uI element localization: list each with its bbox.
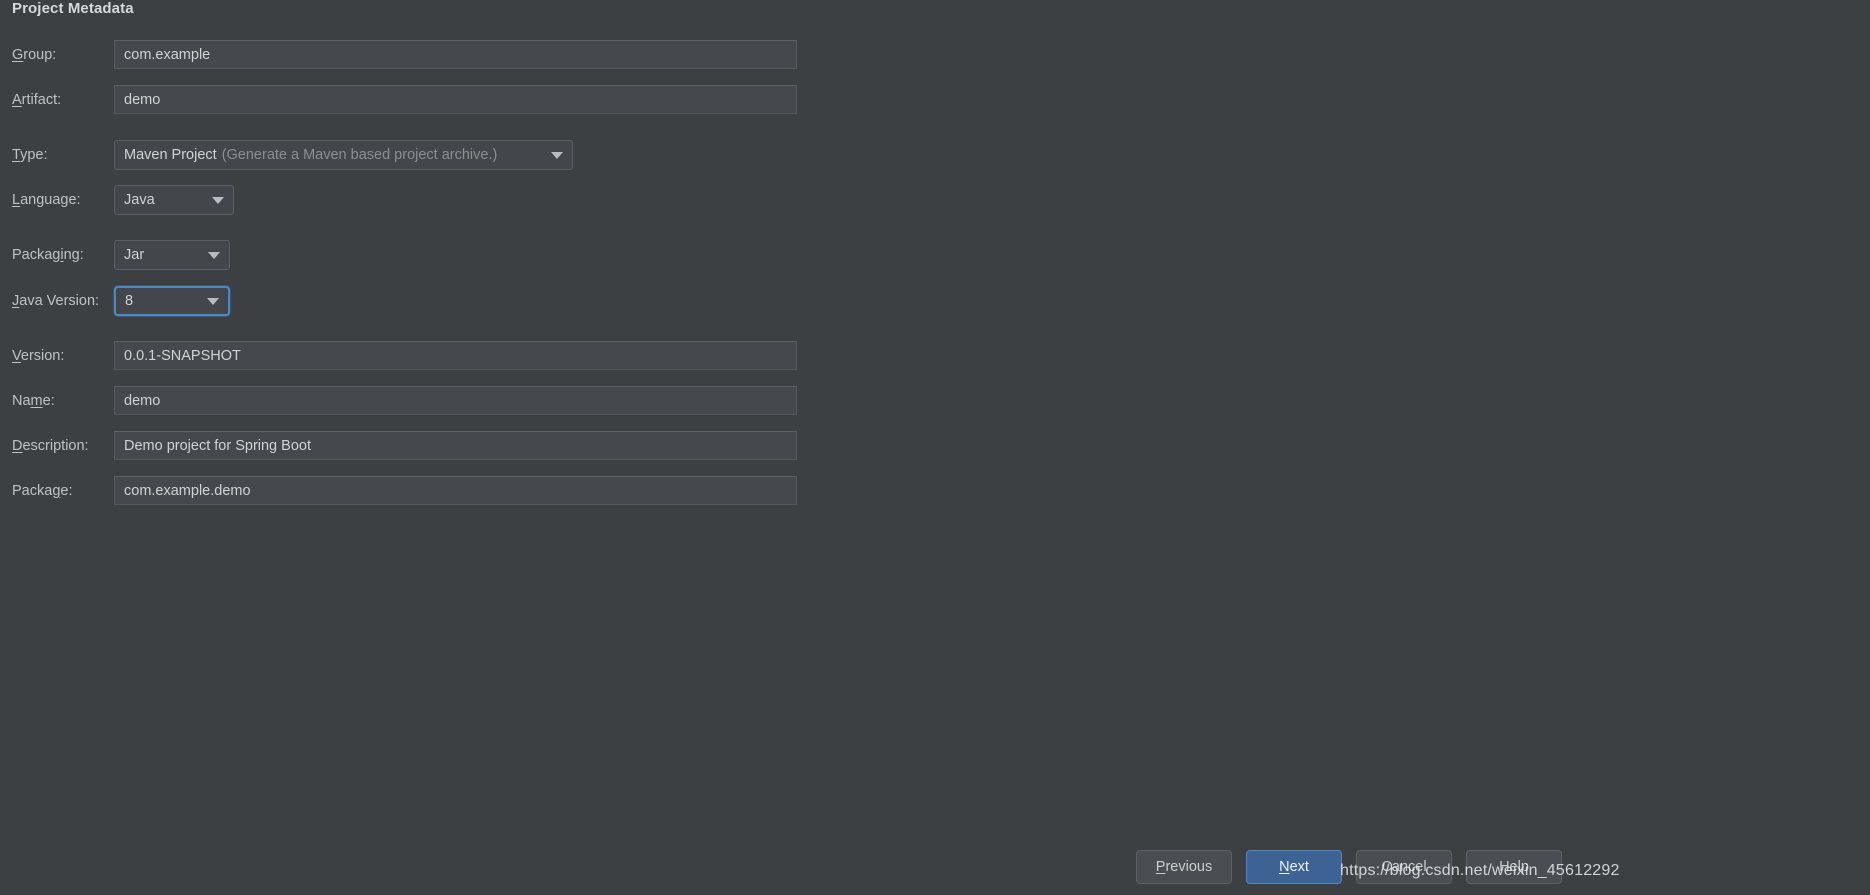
version-input[interactable]: 0.0.1-SNAPSHOT [114, 341, 797, 370]
java-version-label: Java Version: [12, 293, 100, 309]
form-row-artifact: Artifact: demo [0, 85, 900, 115]
help-button-label: Help [1499, 859, 1529, 875]
next-button[interactable]: Next [1246, 850, 1342, 884]
group-label: Group: [12, 47, 57, 63]
language-selected-value: Java [124, 192, 155, 208]
form-row-group: Group: com.example [0, 40, 900, 70]
description-input[interactable]: Demo project for Spring Boot [114, 431, 797, 460]
next-button-label: Next [1279, 859, 1309, 875]
type-dropdown[interactable]: Maven Project (Generate a Maven based pro… [114, 140, 573, 170]
type-selected-value: Maven Project [124, 147, 217, 163]
form-row-description: Description: Demo project for Spring Boot [0, 431, 900, 461]
artifact-label: Artifact: [12, 92, 62, 108]
chevron-down-icon[interactable] [551, 152, 563, 159]
description-value: Demo project for Spring Boot [124, 437, 311, 454]
form-row-project-name: Name: demo [0, 386, 900, 416]
type-label: Type: [12, 147, 48, 163]
language-label: Language: [12, 192, 81, 208]
version-label: Version: [12, 348, 65, 364]
previous-button[interactable]: Previous [1136, 850, 1232, 884]
language-dropdown[interactable]: Java [114, 185, 234, 215]
form-row-packaging: Packaging: Jar [0, 240, 900, 270]
java-version-dropdown[interactable]: 8 [114, 286, 230, 316]
cancel-button[interactable]: Cancel [1356, 850, 1452, 884]
chevron-down-icon[interactable] [212, 197, 224, 204]
form-row-version: Version: 0.0.1-SNAPSHOT [0, 341, 900, 371]
project-metadata-form: Group: com.example Artifact: demo Type: Maven… [0, 0, 1870, 830]
help-button[interactable]: Help [1466, 850, 1562, 884]
packaging-selected-value: Jar [124, 247, 145, 263]
chevron-down-icon[interactable] [208, 252, 220, 259]
dialog-button-bar: Previous Next Cancel Help [0, 845, 1870, 895]
project-name-value: demo [124, 392, 161, 409]
form-row-java-version: Java Version: 8 [0, 286, 900, 316]
form-row-package: Package: com.example.demo [0, 476, 900, 506]
project-name-label: Name: [12, 393, 55, 409]
java-version-selected-value: 8 [125, 293, 134, 309]
cancel-button-label: Cancel [1381, 859, 1427, 875]
artifact-value: demo [124, 91, 161, 108]
form-row-type: Type: Maven Project (Generate a Maven base… [0, 140, 900, 170]
packaging-label: Packaging: [12, 247, 84, 263]
previous-button-label: Previous [1155, 859, 1213, 875]
type-hint: (Generate a Maven based project archive.… [221, 147, 498, 163]
project-name-input[interactable]: demo [114, 386, 797, 415]
package-value: com.example.demo [124, 482, 251, 499]
description-label: Description: [12, 438, 89, 454]
artifact-input[interactable]: demo [114, 85, 797, 114]
form-row-language: Language: Java [0, 185, 900, 215]
version-value: 0.0.1-SNAPSHOT [124, 347, 241, 364]
package-input[interactable]: com.example.demo [114, 476, 797, 505]
group-input[interactable]: com.example [114, 40, 797, 69]
chevron-down-icon[interactable] [207, 298, 219, 305]
packaging-dropdown[interactable]: Jar [114, 240, 230, 270]
group-value: com.example [124, 46, 211, 63]
package-label: Package: [12, 483, 73, 499]
